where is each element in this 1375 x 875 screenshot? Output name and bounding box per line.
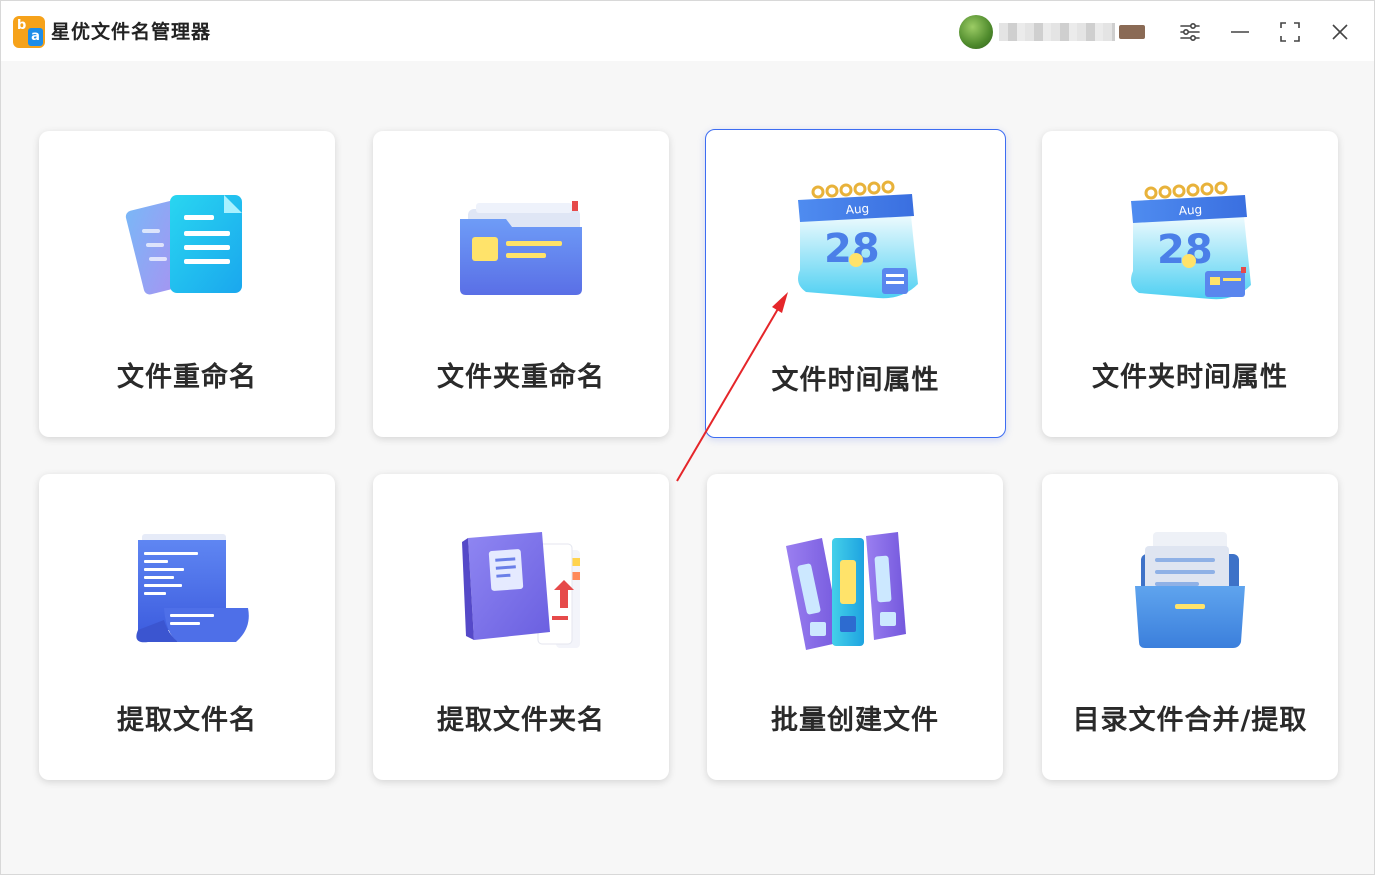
card-label: 目录文件合并/提取 <box>1072 705 1308 736</box>
title-bar: b a 星优文件名管理器 ...... <box>1 1 1374 61</box>
vip-badge-icon <box>1119 25 1145 39</box>
calendar-month: Aug <box>845 201 869 217</box>
settings-button[interactable] <box>1173 15 1207 49</box>
user-account[interactable]: ...... <box>959 15 1159 49</box>
logo-letter-b: b <box>17 18 27 33</box>
calendar-month: Aug <box>1178 202 1202 218</box>
card-label: 提取文件名 <box>117 705 257 736</box>
minimize-icon <box>1231 31 1249 33</box>
scroll-document-icon <box>136 534 249 643</box>
app-logo: b a <box>13 16 45 48</box>
card-file-time-attributes[interactable]: Aug 28 文件时间属性 <box>705 129 1006 438</box>
documents-icon <box>125 195 242 295</box>
card-extract-file-names[interactable]: 提取文件名 <box>39 474 335 780</box>
card-folder-time-attributes[interactable]: Aug 28 文件夹时间属性 <box>1042 131 1338 437</box>
feature-grid: 文件重命名 文件夹重命名 Aug 28 文件时间属性 Aug 28 文件夹时间属… <box>1 61 1374 874</box>
app-title: 星优文件名管理器 <box>51 21 212 43</box>
maximize-icon <box>1280 22 1300 42</box>
calendar-icon: Aug 28 <box>798 180 918 299</box>
card-label: 文件重命名 <box>117 362 257 393</box>
minimize-button[interactable] <box>1223 15 1257 49</box>
card-label: 文件夹重命名 <box>437 362 605 393</box>
close-button[interactable] <box>1323 15 1357 49</box>
card-label: 批量创建文件 <box>771 705 939 736</box>
folder-icon <box>460 201 582 295</box>
maximize-button[interactable] <box>1273 15 1307 49</box>
folder-extract-icon <box>462 532 580 648</box>
file-cabinet-icon <box>1135 532 1245 648</box>
logo-letter-a: a <box>28 28 43 46</box>
card-label: 文件夹时间属性 <box>1092 362 1288 393</box>
avatar[interactable] <box>959 15 993 49</box>
card-folder-rename[interactable]: 文件夹重命名 <box>373 131 669 437</box>
card-file-rename[interactable]: 文件重命名 <box>39 131 335 437</box>
app-window: b a 星优文件名管理器 ...... <box>0 0 1375 875</box>
card-extract-folder-names[interactable]: 提取文件夹名 <box>373 474 669 780</box>
card-merge-extract-directory-files[interactable]: 目录文件合并/提取 <box>1042 474 1338 780</box>
calendar-folder-icon: Aug 28 <box>1131 181 1251 300</box>
binders-icon <box>786 532 906 650</box>
card-label: 文件时间属性 <box>771 365 940 396</box>
sliders-icon <box>1180 22 1200 42</box>
card-label: 提取文件夹名 <box>437 705 605 736</box>
user-name: ...... <box>999 23 1115 41</box>
close-icon <box>1332 24 1348 40</box>
card-batch-create-files[interactable]: 批量创建文件 <box>707 474 1003 780</box>
